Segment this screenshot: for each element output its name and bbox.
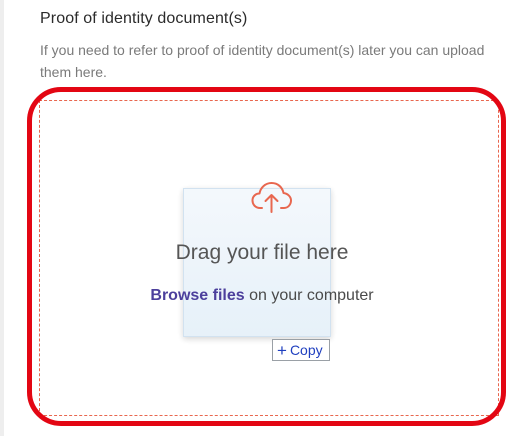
annotation-highlight-ring <box>27 87 506 426</box>
section-help-text: If you need to refer to proof of identit… <box>40 42 485 80</box>
upload-page: Proof of identity document(s) If you nee… <box>0 0 524 436</box>
section-title: Proof of identity document(s) <box>40 10 248 27</box>
left-divider <box>0 0 4 436</box>
